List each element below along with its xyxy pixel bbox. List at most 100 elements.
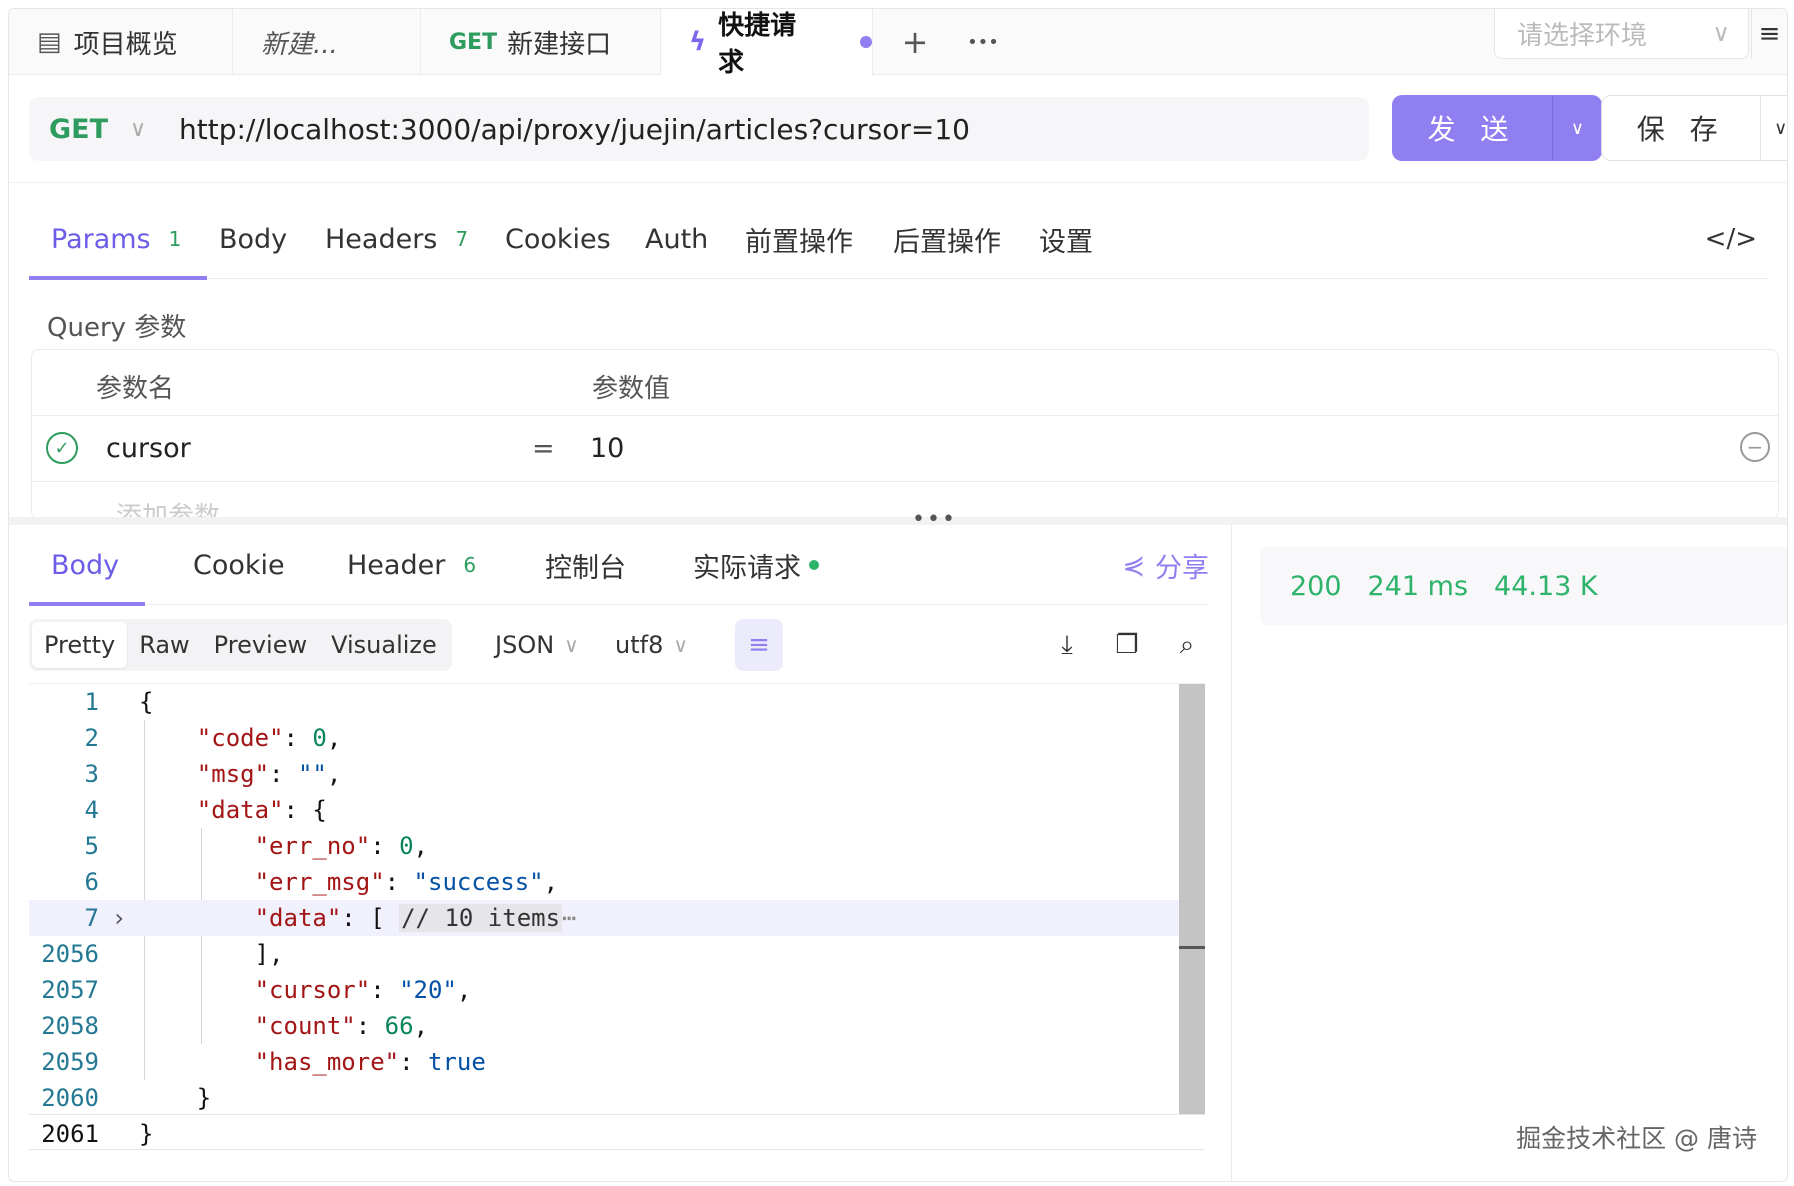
check-circle-icon[interactable]: ✓ [46,432,78,464]
tab-new-draft[interactable]: 新建... [233,9,421,75]
collapsed-comment[interactable]: // 10 items [399,904,563,932]
tab-label: Body [219,223,288,255]
chevron-down-icon: ∨ [1712,19,1730,47]
scroll-position-marker [1179,946,1205,949]
code-line: 3 "msg": "", [29,756,1179,792]
tab-response-body[interactable]: Body [28,525,146,606]
url-bar: GET ∨ http://localhost:3000/api/proxy/ju… [29,97,1369,161]
share-button[interactable]: ⋞ 分享 [1122,525,1209,605]
response-status-bar: 200 241 ms 44.13 K [1260,547,1787,625]
json-editor[interactable]: 1 { 2 "code": 0, 3 "msg": "", 4 "data": … [29,683,1205,1171]
search-icon[interactable]: ⌕ [1167,623,1207,667]
tab-params[interactable]: Params 1 [28,199,208,280]
json-key: "data" [254,904,342,932]
remove-circle-icon[interactable]: − [1740,432,1770,462]
tab-console[interactable]: 控制台 [545,525,626,605]
tab-quick-request[interactable]: ϟ 快捷请求 [661,9,873,78]
code-line: 5 "err_no": 0, [29,828,1179,864]
mode-raw[interactable]: Raw [127,622,201,668]
horizontal-scrollbar[interactable] [29,1114,1205,1150]
tab-response-cookie[interactable]: Cookie [193,525,285,605]
url-input[interactable]: http://localhost:3000/api/proxy/juejin/a… [169,113,970,146]
tab-new-endpoint[interactable]: GET 新建接口 [421,9,661,75]
tab-label: 快捷请求 [718,11,797,78]
tab-settings[interactable]: 设置 [1039,199,1093,279]
add-param-placeholder: 添加参数 [116,502,221,519]
tab-pre-script[interactable]: 前置操作 [745,199,853,279]
chevron-down-icon: ∨ [130,116,147,142]
mode-visualize[interactable]: Visualize [319,622,449,668]
json-value: true [428,1048,486,1076]
json-value: 66 [384,1012,414,1040]
tab-label: 新建... [261,29,338,60]
code-icon[interactable]: </> [1705,199,1757,279]
tab-method: GET [449,29,498,55]
tab-body[interactable]: Body [219,199,287,279]
code-line: 2059 "has_more": true [29,1044,1179,1080]
tab-label: 实际请求 [693,552,801,584]
json-key: "code" [196,724,284,752]
json-value: "success" [413,868,544,896]
share-icon: ⋞ [1122,549,1145,581]
tab-label: 前置操作 [745,226,853,258]
method-select[interactable]: GET ∨ [29,114,169,145]
code-line: 2056 ], [29,936,1179,972]
json-key: "err_no" [254,832,371,860]
param-value[interactable]: 10 [590,433,624,464]
response-tabs: Body Cookie Header 6 控制台 实际请求 ⋞ 分享 [28,525,1209,606]
status-code: 200 [1290,570,1342,602]
format-type-select[interactable]: JSON ∨ [495,619,579,671]
tab-label: Auth [645,223,709,255]
tab-actual-request[interactable]: 实际请求 [693,525,819,605]
chevron-down-icon[interactable]: ∨ [1760,95,1787,161]
response-panel: Body Cookie Header 6 控制台 实际请求 ⋞ 分享 Prett… [9,525,1231,1181]
chevron-right-icon[interactable]: › [99,904,139,932]
panel-resizer[interactable] [9,517,1787,525]
chevron-down-icon: ∨ [673,633,688,657]
code-line: 6 "err_msg": "success", [29,864,1179,900]
status-dot-icon [809,560,819,570]
tab-badge: 1 [168,227,182,251]
param-name[interactable]: cursor [106,433,191,464]
chevron-down-icon[interactable]: ∨ [1552,95,1602,161]
format-type-label: JSON [495,631,555,659]
mode-pretty[interactable]: Pretty [32,622,128,668]
mode-preview[interactable]: Preview [202,622,319,668]
code-line: 2060 } [29,1080,1179,1116]
environment-select[interactable]: 请选择环境 ∨ [1494,9,1749,59]
json-value: "" [297,760,327,788]
more-tabs-button[interactable]: ••• [953,9,1013,75]
tab-label: 后置操作 [893,226,1001,258]
tab-cookies[interactable]: Cookies [505,199,611,279]
send-label: 发 送 [1427,113,1517,146]
unsaved-dot-icon [860,36,872,48]
word-wrap-icon[interactable]: ≡ [735,619,783,671]
response-time: 241 ms [1367,570,1469,602]
line-number: 1 [84,688,99,716]
encoding-select[interactable]: utf8 ∨ [615,619,688,671]
response-meta-panel: 200 241 ms 44.13 K [1231,525,1787,1181]
tab-label: 新建接口 [507,29,612,60]
json-value: 0 [399,832,414,860]
add-param-row[interactable]: 添加参数 [32,482,1778,519]
tab-post-script[interactable]: 后置操作 [893,199,1001,279]
line-number: 2 [84,724,99,752]
column-header-value: 参数值 [592,374,671,404]
watermark: 掘金技术社区 @ 唐诗 [1516,1124,1757,1153]
tab-response-header[interactable]: Header 6 [347,525,476,605]
vertical-scrollbar[interactable] [1179,684,1205,1114]
save-button[interactable]: 保 存 ∨ [1601,95,1787,161]
tab-headers[interactable]: Headers 7 [325,199,468,279]
tab-project-overview[interactable]: ▤ 项目概览 [9,9,233,75]
download-icon[interactable]: ⤓ [1047,623,1087,667]
add-tab-button[interactable]: + [885,9,945,75]
tab-auth[interactable]: Auth [645,199,708,279]
send-button[interactable]: 发 送 ∨ [1392,95,1602,161]
menu-icon[interactable]: ≡ [1751,9,1787,59]
environment-placeholder: 请选择环境 [1517,21,1648,51]
code-line: 2 "code": 0, [29,720,1179,756]
copy-icon[interactable]: ❐ [1107,623,1147,667]
line-number: 2059 [41,1048,99,1076]
json-key: "has_more" [254,1048,400,1076]
json-key: "cursor" [254,976,371,1004]
